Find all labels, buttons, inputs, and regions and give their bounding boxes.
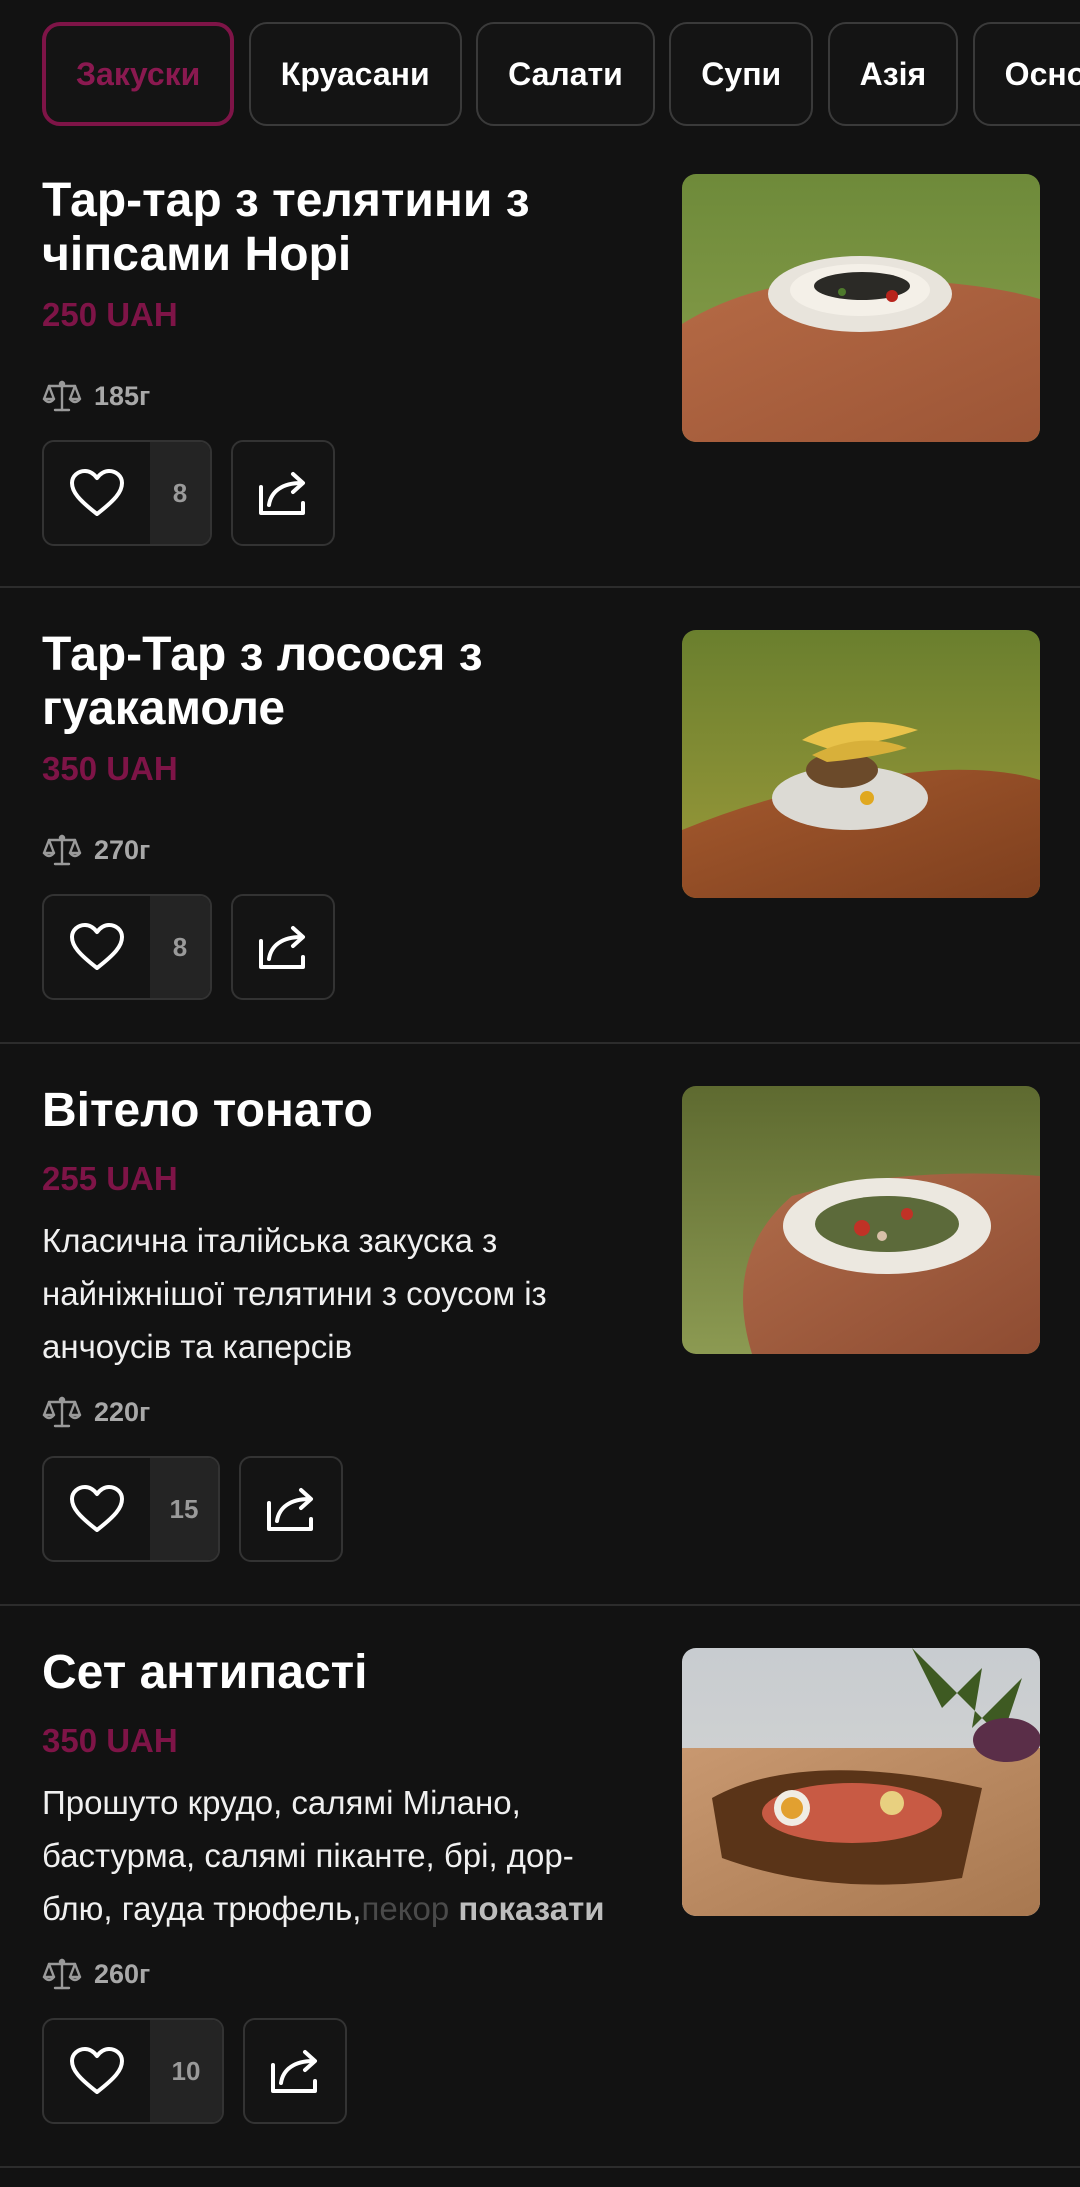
like-count: 8	[150, 442, 210, 544]
menu-item[interactable]: Тар-тар з телятини з чіпсами Норі 250 UA…	[0, 148, 1080, 588]
scale-icon	[42, 1958, 82, 1990]
menu-item[interactable]: Вітело тонато 255 UAH Класична італійськ…	[0, 1044, 1080, 1606]
share-button[interactable]	[243, 2018, 347, 2124]
tab-supy[interactable]: Супи	[669, 22, 814, 126]
item-title: Тар-тар з телятини з чіпсами Норі	[42, 174, 530, 281]
tab-zakusky[interactable]: Закуски	[42, 22, 235, 126]
item-weight: 260г	[42, 1954, 150, 1994]
item-price: 255 UAH	[42, 1160, 178, 1197]
menu-item[interactable]: Сет антипасті 350 UAH Прошуто крудо, сал…	[0, 1606, 1080, 2168]
item-price: 250 UAH	[42, 296, 178, 333]
heart-icon	[44, 2020, 150, 2122]
like-button[interactable]: 8	[42, 894, 212, 1000]
share-icon	[267, 1488, 313, 1531]
item-description: Прошуто крудо, салямі Мілано, бастурма, …	[42, 1776, 642, 1935]
scale-icon	[42, 380, 82, 412]
heart-icon	[44, 1458, 150, 1560]
scale-icon	[42, 834, 82, 866]
item-title: Вітело тонато	[42, 1084, 373, 1137]
like-count: 8	[150, 896, 210, 998]
tab-kruasany[interactable]: Круасани	[248, 22, 462, 126]
description-fade: пекор	[361, 1890, 450, 1927]
share-button[interactable]	[239, 1456, 343, 1562]
item-weight: 270г	[42, 830, 150, 870]
like-count: 15	[150, 1458, 218, 1560]
share-button[interactable]	[231, 894, 335, 1000]
like-button[interactable]: 10	[42, 2018, 224, 2124]
menu-item[interactable]: Тар-Тар з лосося з гуакамоле 350 UAH 270…	[0, 588, 1080, 1044]
item-weight: 220г	[42, 1392, 150, 1432]
item-weight: 185г	[42, 376, 150, 416]
tab-aziia[interactable]: Азія	[827, 22, 959, 126]
item-description: Класична італійська закуска з найніжнішо…	[42, 1222, 547, 1365]
share-icon	[271, 2050, 317, 2093]
item-photo[interactable]	[682, 630, 1040, 898]
scale-icon	[42, 1396, 82, 1428]
share-button[interactable]	[231, 440, 335, 546]
heart-icon	[44, 442, 150, 544]
weight-value: 270г	[94, 834, 151, 865]
weight-value: 260г	[94, 1958, 151, 1989]
item-photo[interactable]	[682, 174, 1040, 442]
item-title: Сет антипасті	[42, 1646, 368, 1699]
item-title: Тар-Тар з лосося з гуакамоле	[42, 628, 483, 735]
like-button[interactable]: 8	[42, 440, 212, 546]
like-button[interactable]: 15	[42, 1456, 220, 1562]
item-price: 350 UAH	[42, 1722, 178, 1759]
weight-value: 185г	[94, 380, 151, 411]
heart-icon	[44, 896, 150, 998]
category-tabs: Закуски Круасани Салати Супи Азія Осно	[0, 0, 1080, 148]
share-icon	[259, 472, 305, 515]
show-more-link[interactable]: показати	[458, 1890, 604, 1927]
share-icon	[259, 926, 305, 969]
tab-salaty[interactable]: Салати	[476, 22, 655, 126]
item-price: 350 UAH	[42, 750, 178, 787]
item-photo[interactable]	[682, 1648, 1040, 1916]
tab-osnovni[interactable]: Осно	[972, 22, 1080, 126]
item-photo[interactable]	[682, 1086, 1040, 1354]
weight-value: 220г	[94, 1396, 151, 1427]
like-count: 10	[150, 2020, 222, 2122]
